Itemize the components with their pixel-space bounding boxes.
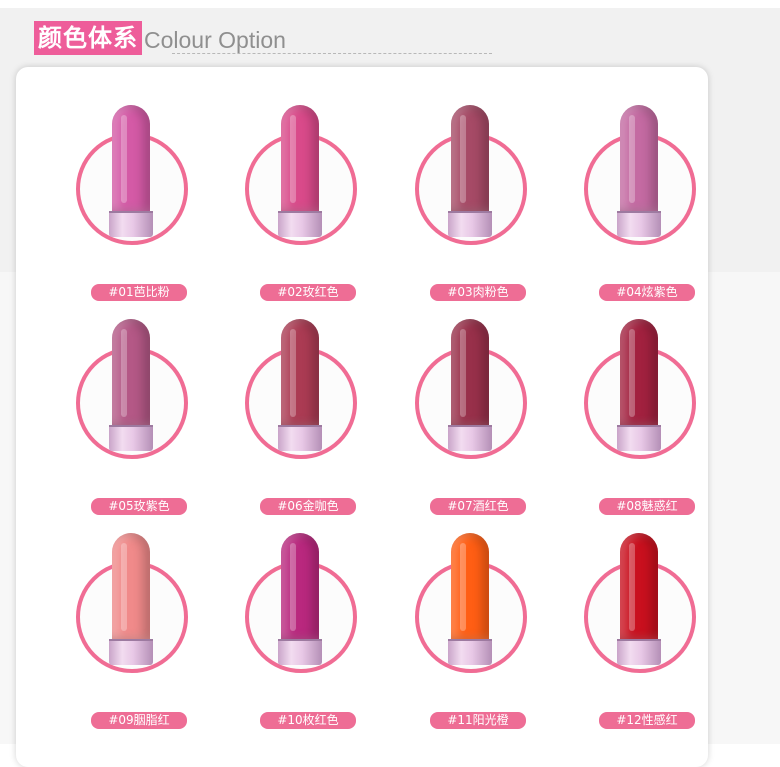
lipstick-base [278,425,322,451]
swatch-item[interactable]: #05玫紫色 [36,281,206,515]
lipstick-image [617,533,661,665]
colour-option-card: #01芭比粉 #02玫红色 #03肉粉色 #04炫紫色 #05玫紫色 #06金咖色 #07酒… [16,67,708,767]
lipstick-bullet [620,105,658,211]
lipstick-base [109,211,153,237]
lipstick-shine [290,543,296,631]
section-title-en: Colour Option [144,27,286,53]
lipstick-base [448,639,492,665]
lipstick-bullet [112,533,150,639]
lipstick-bullet [281,533,319,639]
lipstick-image [278,533,322,665]
swatch-item[interactable]: #07酒红色 [375,281,545,515]
lipstick-bullet [620,533,658,639]
section-title-cn: 颜色体系 [34,21,142,55]
lipstick-base [617,211,661,237]
lipstick-shine [460,329,466,417]
swatch-item[interactable]: #02玫红色 [205,67,375,301]
swatch-item[interactable]: #09胭脂红 [36,495,206,729]
lipstick-shine [629,543,635,631]
lipstick-base [278,639,322,665]
lipstick-shine [121,329,127,417]
lipstick-bullet [112,105,150,211]
swatch-label: #11阳光橙 [430,712,526,729]
lipstick-base [278,211,322,237]
lipstick-bullet [112,319,150,425]
lipstick-shine [121,115,127,203]
lipstick-image [448,533,492,665]
lipstick-base [448,211,492,237]
swatch-item[interactable]: #11阳光橙 [375,495,545,729]
lipstick-image [109,105,153,237]
lipstick-bullet [451,319,489,425]
lipstick-image [448,105,492,237]
swatch-label: #10枚红色 [260,712,356,729]
lipstick-base [109,639,153,665]
swatch-label: #09胭脂红 [91,712,187,729]
lipstick-shine [460,115,466,203]
lipstick-base [617,639,661,665]
swatch-item[interactable]: #04炫紫色 [544,67,714,301]
lipstick-bullet [281,105,319,211]
lipstick-image [617,319,661,451]
lipstick-image [278,105,322,237]
lipstick-image [109,533,153,665]
swatch-item[interactable]: #01芭比粉 [36,67,206,301]
lipstick-image [448,319,492,451]
lipstick-shine [629,329,635,417]
lipstick-shine [121,543,127,631]
lipstick-bullet [451,533,489,639]
lipstick-bullet [620,319,658,425]
header-underline [172,53,492,54]
swatch-item[interactable]: #12性感红 [544,495,714,729]
swatch-item[interactable]: #08魅惑红 [544,281,714,515]
lipstick-image [278,319,322,451]
lipstick-shine [290,115,296,203]
swatch-item[interactable]: #06金咖色 [205,281,375,515]
swatch-label: #12性感红 [599,712,695,729]
swatch-item[interactable]: #10枚红色 [205,495,375,729]
lipstick-bullet [451,105,489,211]
lipstick-bullet [281,319,319,425]
lipstick-shine [460,543,466,631]
lipstick-base [109,425,153,451]
lipstick-base [617,425,661,451]
lipstick-shine [629,115,635,203]
lipstick-base [448,425,492,451]
section-header: 颜色体系 Colour Option [34,17,286,55]
lipstick-shine [290,329,296,417]
lipstick-image [617,105,661,237]
lipstick-image [109,319,153,451]
swatch-item[interactable]: #03肉粉色 [375,67,545,301]
